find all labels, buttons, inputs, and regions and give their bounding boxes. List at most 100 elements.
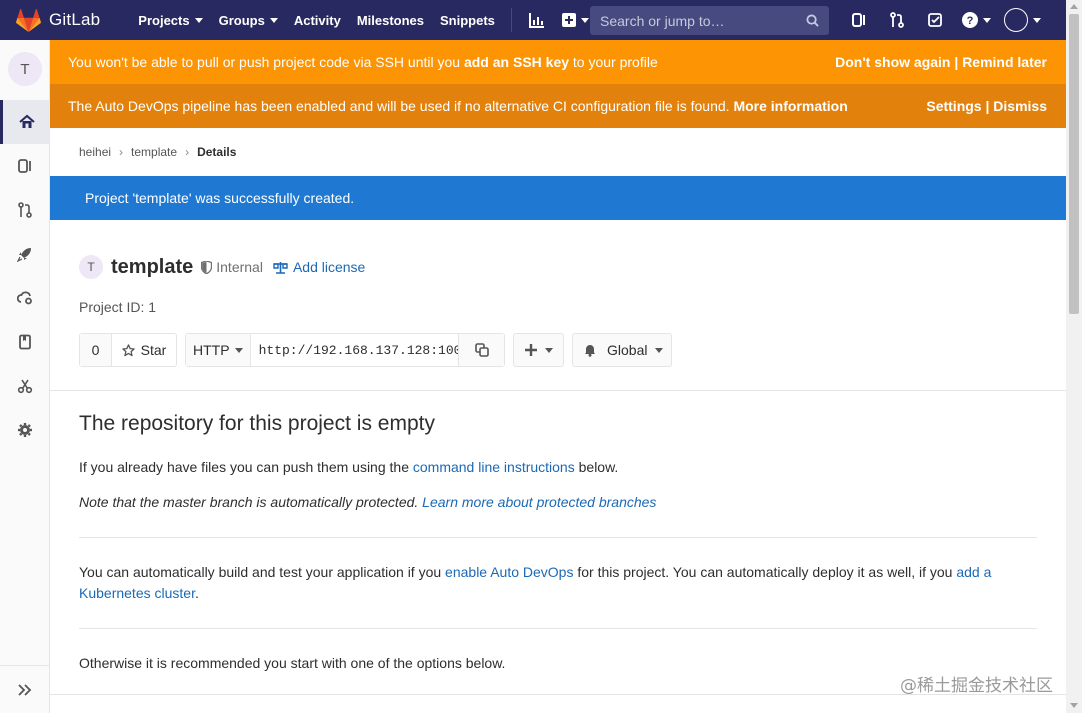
- project-header: T template Internal Add license: [79, 255, 365, 279]
- flash-message: Project 'template' was successfully crea…: [85, 190, 355, 206]
- push-text: If you already have files you can push t…: [79, 459, 413, 475]
- issues-button[interactable]: [840, 0, 878, 40]
- chevron-down-icon: [655, 347, 664, 353]
- double-chevron-right-icon: [18, 683, 32, 696]
- dismiss-link[interactable]: Dismiss: [993, 98, 1047, 114]
- devops-banner-text: The Auto DevOps pipeline has been enable…: [68, 98, 730, 114]
- add-license-label: Add license: [292, 259, 366, 275]
- sidebar-item-repository[interactable]: [0, 144, 50, 188]
- sidebar-item-cicd[interactable]: [0, 232, 50, 276]
- plus-square-icon: [562, 13, 577, 27]
- top-navbar: GitLab Projects Groups Activity Mileston…: [0, 0, 1066, 40]
- question-icon: ?: [961, 12, 978, 28]
- chevron-down-icon: [544, 347, 553, 353]
- protected-note-text: Note that the master branch is automatic…: [79, 494, 423, 510]
- copy-icon: [474, 343, 489, 357]
- remind-later-link[interactable]: Remind later: [962, 54, 1047, 70]
- scale-icon: [273, 261, 288, 274]
- chevron-down-icon: [581, 17, 590, 23]
- nav-groups[interactable]: Groups: [211, 0, 286, 40]
- collapse-sidebar-button[interactable]: [0, 665, 50, 713]
- breadcrumb-current[interactable]: Details: [197, 145, 236, 159]
- add-ssh-key-link[interactable]: add an SSH key: [464, 54, 569, 70]
- divider: [79, 628, 1037, 629]
- sidebar-item-settings[interactable]: [0, 408, 50, 452]
- nav-groups-label: Groups: [218, 12, 265, 28]
- nav-milestones[interactable]: Milestones: [349, 0, 432, 40]
- gear-icon: [18, 423, 32, 437]
- svg-text:?: ?: [966, 15, 973, 27]
- ssh-key-banner: You won't be able to pull or push projec…: [50, 40, 1066, 84]
- scroll-down-arrow-icon[interactable]: [1070, 703, 1078, 708]
- add-kubernetes-cluster-link-cont[interactable]: Kubernetes cluster: [79, 585, 195, 601]
- add-file-dropdown[interactable]: [513, 333, 564, 367]
- search-input[interactable]: Search or jump to…: [600, 13, 806, 29]
- empty-repo-title: The repository for this project is empty: [79, 412, 435, 435]
- project-avatar[interactable]: T: [8, 52, 42, 86]
- todos-button[interactable]: [916, 0, 954, 40]
- chevron-down-icon: [982, 17, 991, 23]
- nav-snippets-label: Snippets: [440, 12, 495, 28]
- issues-icon: [852, 13, 865, 27]
- nav-divider: [510, 8, 512, 32]
- ssh-banner-actions: Don't show again | Remind later: [835, 54, 1047, 70]
- search-box[interactable]: Search or jump to…: [590, 6, 829, 35]
- breadcrumb-project[interactable]: template: [131, 145, 177, 159]
- repository-icon: [18, 159, 31, 173]
- clone-protocol-label: HTTP: [193, 342, 230, 358]
- more-information-link[interactable]: More information: [733, 98, 847, 114]
- nav-milestones-label: Milestones: [356, 12, 424, 28]
- copy-url-button[interactable]: [458, 334, 504, 366]
- star-button[interactable]: Star: [112, 342, 176, 358]
- merge-request-icon: [890, 12, 904, 28]
- sidebar-item-overview[interactable]: [0, 100, 50, 144]
- add-kubernetes-cluster-link[interactable]: add a: [956, 564, 991, 580]
- add-license-link[interactable]: Add license: [273, 259, 365, 275]
- user-menu-button[interactable]: [998, 0, 1046, 40]
- sidebar-item-wiki[interactable]: [0, 320, 50, 364]
- auto-devops-text: You can automatically build and test you…: [79, 562, 1037, 604]
- cloud-gear-icon: [17, 291, 32, 305]
- push-instructions-text: If you already have files you can push t…: [79, 457, 618, 478]
- protected-branches-link[interactable]: Learn more about protected branches: [422, 494, 656, 510]
- options-text: Otherwise it is recommended you start wi…: [79, 655, 506, 671]
- breadcrumb-group[interactable]: heihei: [79, 145, 111, 159]
- star-label: Star: [140, 342, 167, 358]
- project-id: Project ID: 1: [79, 299, 157, 315]
- user-avatar: [1003, 8, 1028, 32]
- devops-text: You can automatically build and test you…: [79, 564, 446, 580]
- flash-notice[interactable]: Project 'template' was successfully crea…: [50, 176, 1066, 220]
- clone-url-input[interactable]: [250, 334, 459, 366]
- nav-snippets[interactable]: Snippets: [432, 0, 503, 40]
- dont-show-again-link[interactable]: Don't show again: [835, 54, 950, 70]
- page-scrollbar[interactable]: [1066, 0, 1082, 713]
- help-button[interactable]: ?: [954, 0, 998, 40]
- nav-activity-label: Activity: [293, 12, 341, 28]
- command-line-instructions-link[interactable]: command line instructions: [413, 459, 575, 475]
- notification-dropdown[interactable]: Global: [572, 333, 672, 367]
- merge-requests-button[interactable]: [878, 0, 916, 40]
- project-sidebar: T: [0, 40, 50, 713]
- merge-request-icon: [18, 202, 32, 218]
- gitlab-home-link[interactable]: GitLab: [0, 0, 100, 40]
- nav-projects[interactable]: Projects: [130, 0, 210, 40]
- sidebar-item-snippets[interactable]: [0, 364, 50, 408]
- scroll-up-arrow-icon[interactable]: [1070, 4, 1078, 9]
- sidebar-item-merge-requests[interactable]: [0, 188, 50, 232]
- clone-protocol-dropdown[interactable]: HTTP: [186, 334, 251, 366]
- enable-auto-devops-link[interactable]: enable Auto DevOps: [445, 564, 573, 580]
- visibility-badge: Internal: [201, 259, 263, 275]
- settings-link[interactable]: Settings: [926, 98, 981, 114]
- star-count[interactable]: 0: [80, 334, 112, 366]
- nav-activity[interactable]: Activity: [286, 0, 349, 40]
- home-icon: [18, 114, 35, 128]
- admin-area-button[interactable]: [520, 0, 554, 40]
- ssh-banner-text-end: to your profile: [569, 54, 658, 70]
- nav-projects-label: Projects: [138, 12, 190, 28]
- notification-level-label: Global: [607, 342, 648, 358]
- scrollbar-thumb[interactable]: [1069, 14, 1079, 314]
- sidebar-item-operations[interactable]: [0, 276, 50, 320]
- project-title: template: [111, 255, 194, 278]
- protected-branch-note: Note that the master branch is automatic…: [79, 492, 656, 513]
- section-divider: [50, 390, 1066, 391]
